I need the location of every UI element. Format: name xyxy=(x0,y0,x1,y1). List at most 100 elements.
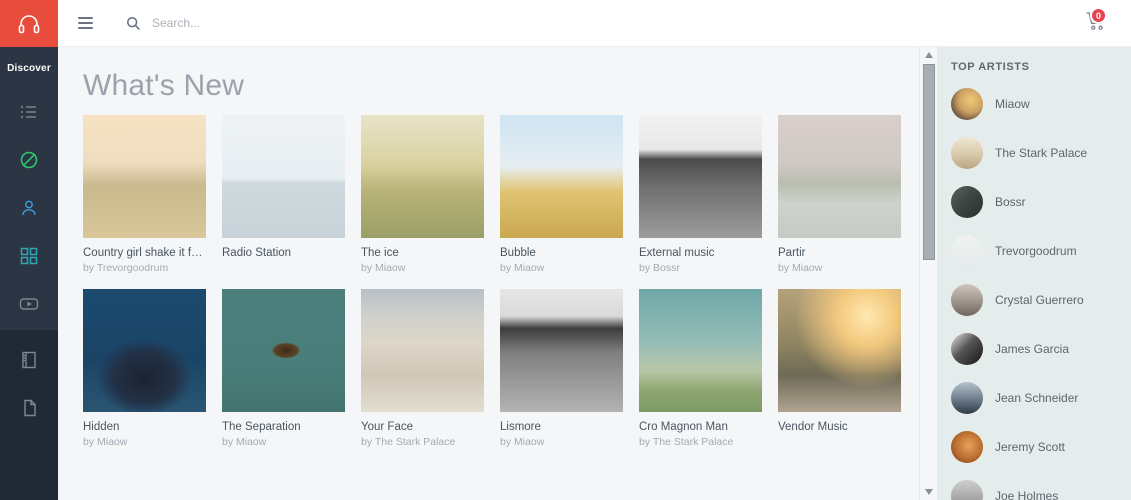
discover-label: Discover xyxy=(0,47,58,90)
album-title[interactable]: Lismore xyxy=(500,421,623,433)
album-title[interactable]: The ice xyxy=(361,247,484,259)
album-artist[interactable]: by Miaow xyxy=(361,262,484,274)
album-artwork[interactable] xyxy=(639,289,762,412)
album-artist[interactable]: by Miaow xyxy=(778,262,901,274)
album-card[interactable]: Your Face by The Stark Palace xyxy=(361,289,484,448)
sidebar-item-file[interactable] xyxy=(0,386,58,434)
album-card[interactable]: Partir by Miaow xyxy=(778,115,901,274)
album-card[interactable]: Lismore by Miaow xyxy=(500,289,623,448)
page-title: What's New xyxy=(83,69,919,103)
album-card[interactable]: The Separation by Miaow xyxy=(222,289,345,448)
scrollbar-thumb[interactable] xyxy=(923,64,935,260)
artist-name: Crystal Guerrero xyxy=(995,293,1084,307)
hamburger-icon[interactable] xyxy=(70,8,100,38)
brand-logo[interactable] xyxy=(0,0,58,47)
sidebar-item-list[interactable] xyxy=(0,90,58,138)
video-play-icon xyxy=(19,295,39,318)
album-title[interactable]: The Separation xyxy=(222,421,345,433)
album-card[interactable]: External music by Bossr xyxy=(639,115,762,274)
prohibited-icon xyxy=(19,150,39,175)
artist-name: The Stark Palace xyxy=(995,146,1087,160)
album-artwork[interactable] xyxy=(222,289,345,412)
album-card[interactable]: Radio Station xyxy=(222,115,345,274)
artist-name: James Garcia xyxy=(995,342,1069,356)
left-sidebar: Discover xyxy=(0,0,58,500)
album-artwork[interactable] xyxy=(778,115,901,238)
chevron-down-icon[interactable] xyxy=(920,484,938,500)
album-card[interactable]: Country girl shake it fo... by Trevorgood… xyxy=(83,115,206,274)
main-column: 0 What's New Country girl shake it fo...… xyxy=(58,0,1131,500)
album-artwork[interactable] xyxy=(361,115,484,238)
album-artwork[interactable] xyxy=(778,289,901,412)
avatar xyxy=(951,284,983,316)
album-artist[interactable]: by Miaow xyxy=(500,436,623,448)
artist-name: Bossr xyxy=(995,195,1026,209)
search-icon[interactable] xyxy=(122,12,144,34)
content-scroll: What's New Country girl shake it fo... by… xyxy=(58,47,919,500)
album-title[interactable]: Radio Station xyxy=(222,247,345,259)
album-artwork[interactable] xyxy=(361,289,484,412)
album-title[interactable]: Your Face xyxy=(361,421,484,433)
avatar xyxy=(951,186,983,218)
album-artwork[interactable] xyxy=(83,289,206,412)
album-artist[interactable]: by Bossr xyxy=(639,262,762,274)
file-icon xyxy=(21,398,38,423)
album-artwork[interactable] xyxy=(500,115,623,238)
album-title[interactable]: Partir xyxy=(778,247,901,259)
cart-button[interactable]: 0 xyxy=(1085,10,1115,38)
avatar xyxy=(951,88,983,120)
body-row: What's New Country girl shake it fo... by… xyxy=(58,47,1131,500)
content-area: What's New Country girl shake it fo... by… xyxy=(58,47,937,500)
artist-row[interactable]: James Garcia xyxy=(937,324,1131,373)
grid-icon xyxy=(20,247,38,270)
album-card[interactable]: Bubble by Miaow xyxy=(500,115,623,274)
app-root: Discover xyxy=(0,0,1131,500)
album-card[interactable]: Hidden by Miaow xyxy=(83,289,206,448)
album-title[interactable]: Bubble xyxy=(500,247,623,259)
album-card[interactable]: Vendor Music xyxy=(778,289,901,448)
artist-row[interactable]: Bossr xyxy=(937,177,1131,226)
sidebar-item-video[interactable] xyxy=(0,282,58,330)
artist-row[interactable]: Jean Schneider xyxy=(937,373,1131,422)
sidebar-nav xyxy=(0,90,58,330)
album-artist[interactable]: by Trevorgoodrum xyxy=(83,262,206,274)
artist-name: Joe Holmes xyxy=(995,489,1058,500)
top-bar: 0 xyxy=(58,0,1131,47)
artist-row[interactable]: Miaow xyxy=(937,79,1131,128)
artist-name: Jeremy Scott xyxy=(995,440,1065,454)
album-card[interactable]: Cro Magnon Man by The Stark Palace xyxy=(639,289,762,448)
album-title[interactable]: Vendor Music xyxy=(778,421,901,433)
album-artist[interactable]: by The Stark Palace xyxy=(361,436,484,448)
album-artist[interactable]: by Miaow xyxy=(83,436,206,448)
avatar xyxy=(951,480,983,500)
artist-name: Trevorgoodrum xyxy=(995,244,1077,258)
avatar xyxy=(951,431,983,463)
content-scrollbar[interactable] xyxy=(919,47,937,500)
album-title[interactable]: External music xyxy=(639,247,762,259)
avatar xyxy=(951,333,983,365)
album-artwork[interactable] xyxy=(83,115,206,238)
search-input[interactable] xyxy=(152,11,412,35)
artist-row[interactable]: Jeremy Scott xyxy=(937,422,1131,471)
album-title[interactable]: Hidden xyxy=(83,421,206,433)
sidebar-item-blocked[interactable] xyxy=(0,138,58,186)
album-artwork[interactable] xyxy=(222,115,345,238)
album-artist[interactable]: by Miaow xyxy=(500,262,623,274)
album-artist[interactable]: by The Stark Palace xyxy=(639,436,762,448)
album-artist[interactable]: by Miaow xyxy=(222,436,345,448)
artist-row[interactable]: Trevorgoodrum xyxy=(937,226,1131,275)
album-artwork[interactable] xyxy=(639,115,762,238)
chevron-up-icon[interactable] xyxy=(920,47,938,63)
album-card[interactable]: The ice by Miaow xyxy=(361,115,484,274)
album-title[interactable]: Cro Magnon Man xyxy=(639,421,762,433)
sidebar-item-grid[interactable] xyxy=(0,234,58,282)
artist-row[interactable]: Joe Holmes xyxy=(937,471,1131,500)
top-artists-heading: TOP ARTISTS xyxy=(937,47,1131,79)
artist-row[interactable]: The Stark Palace xyxy=(937,128,1131,177)
sidebar-item-book[interactable] xyxy=(0,338,58,386)
sidebar-item-profile[interactable] xyxy=(0,186,58,234)
avatar xyxy=(951,382,983,414)
artist-row[interactable]: Crystal Guerrero xyxy=(937,275,1131,324)
album-artwork[interactable] xyxy=(500,289,623,412)
album-title[interactable]: Country girl shake it fo... xyxy=(83,247,206,259)
